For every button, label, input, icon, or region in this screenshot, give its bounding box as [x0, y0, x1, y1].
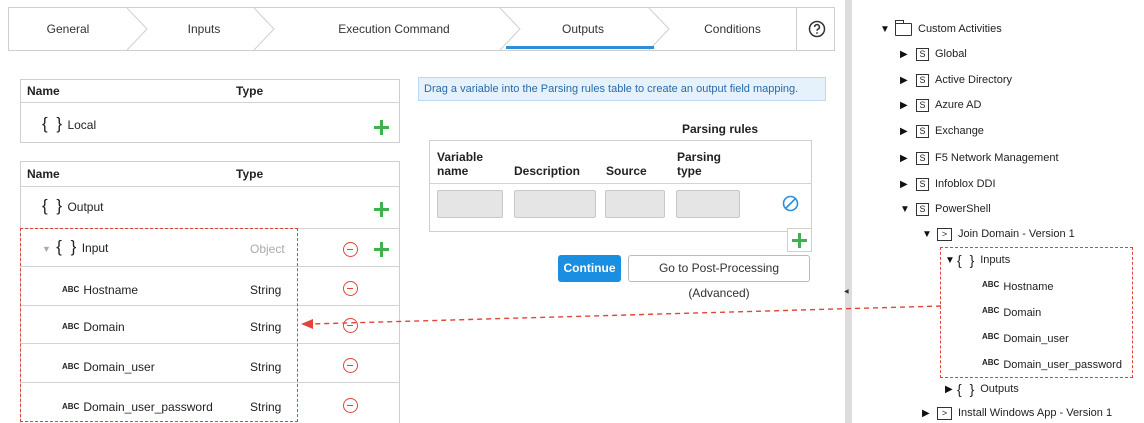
post-processing-button[interactable]: Go to Post-Processing (Advanced): [628, 255, 810, 300]
tab-general[interactable]: General: [9, 8, 127, 50]
variable-name-field[interactable]: [437, 190, 503, 218]
expanded-triangle-icon[interactable]: ▼: [922, 229, 934, 240]
remove-input-button[interactable]: [343, 242, 358, 257]
add-local-button[interactable]: [374, 120, 389, 135]
expanded-triangle-icon[interactable]: ▼: [880, 24, 892, 35]
script-icon: S: [916, 151, 929, 165]
col-description: Description: [514, 164, 581, 178]
tree-inputs-highlight: [940, 247, 1133, 378]
braces-icon: { }: [42, 114, 65, 133]
local-col-name: Name: [27, 84, 60, 98]
collapsed-triangle-icon[interactable]: ▶: [900, 126, 912, 137]
input-fields-highlight: [20, 228, 298, 422]
script-icon: S: [916, 124, 929, 138]
output-row[interactable]: { } Output: [42, 196, 103, 216]
collapsed-triangle-icon[interactable]: ▶: [900, 100, 912, 111]
parsing-rules-table: [429, 140, 812, 232]
expanded-triangle-icon[interactable]: ▼: [900, 204, 912, 215]
collapsed-triangle-icon[interactable]: ▶: [900, 179, 912, 190]
collapsed-triangle-icon[interactable]: ▶: [922, 408, 934, 419]
wizard-steps: General Inputs Execution Command Outputs…: [8, 7, 835, 51]
script-icon: S: [916, 73, 929, 87]
source-field[interactable]: [605, 190, 665, 218]
tab-execution-command[interactable]: Execution Command: [271, 8, 517, 50]
drag-mapping-arrow: [301, 305, 942, 329]
collapsed-triangle-icon[interactable]: ▶: [945, 384, 957, 395]
tree-item-azure-ad[interactable]: ▶ S Azure AD: [900, 97, 981, 113]
col-variable-name: Variable name: [437, 150, 484, 178]
script-icon: S: [916, 98, 929, 112]
prompt-icon: >: [937, 227, 952, 241]
help-button[interactable]: [796, 8, 834, 50]
col-source: Source: [606, 164, 647, 178]
parsing-type-field[interactable]: [676, 190, 740, 218]
add-rule-box[interactable]: [787, 228, 812, 252]
collapsed-triangle-icon[interactable]: ▶: [900, 49, 912, 60]
tree-item-active-directory[interactable]: ▶ S Active Directory: [900, 72, 1012, 88]
collapsed-triangle-icon[interactable]: ▶: [900, 75, 912, 86]
output-col-type: Type: [236, 167, 264, 181]
step-separator: [648, 8, 670, 50]
tab-outputs[interactable]: Outputs: [514, 8, 652, 50]
remove-field-button[interactable]: [343, 398, 358, 413]
output-col-name: Name: [27, 167, 60, 181]
parsing-rules-title: Parsing rules: [682, 122, 759, 136]
clear-icon[interactable]: [782, 195, 799, 212]
description-field[interactable]: [514, 190, 596, 218]
remove-field-button[interactable]: [343, 281, 358, 296]
tab-inputs[interactable]: Inputs: [145, 8, 263, 50]
tree-item-global[interactable]: ▶ S Global: [900, 46, 967, 62]
braces-icon: { }: [957, 381, 977, 397]
active-step-indicator: [506, 46, 654, 49]
tree-item-powershell[interactable]: ▼ S PowerShell: [900, 201, 991, 217]
collapsed-triangle-icon[interactable]: ▶: [900, 153, 912, 164]
tree-item-outputs[interactable]: ▶{ } Outputs: [945, 381, 1019, 397]
question-circle-icon: [808, 20, 825, 38]
script-icon: S: [916, 202, 929, 216]
col-parsing-type: Parsing type: [677, 150, 722, 178]
tree-item-install-windows-app[interactable]: ▶ > Install Windows App - Version 1: [922, 405, 1112, 421]
local-label: Local: [67, 118, 97, 132]
folder-icon: [895, 19, 912, 36]
tree-item-f5[interactable]: ▶ S F5 Network Management: [900, 150, 1059, 166]
local-col-type: Type: [236, 84, 264, 98]
tree-item-infoblox[interactable]: ▶ S Infoblox DDI: [900, 176, 996, 192]
braces-icon: { }: [42, 196, 65, 215]
script-icon: S: [916, 47, 929, 61]
add-output-button[interactable]: [374, 202, 389, 217]
tree-item-join-domain[interactable]: ▼ > Join Domain - Version 1: [922, 226, 1075, 242]
script-icon: S: [916, 177, 929, 191]
tab-conditions[interactable]: Conditions: [669, 8, 796, 50]
tree-item-exchange[interactable]: ▶ S Exchange: [900, 123, 984, 139]
prompt-icon: >: [937, 406, 952, 420]
local-row[interactable]: { } Local: [42, 114, 96, 134]
continue-button[interactable]: Continue: [558, 255, 621, 282]
add-rule-button[interactable]: [792, 233, 807, 248]
splitter-arrow-icon[interactable]: ◀: [844, 288, 849, 295]
add-input-field-button[interactable]: [374, 242, 389, 257]
panel-splitter[interactable]: [845, 0, 852, 423]
info-banner: Drag a variable into the Parsing rules t…: [418, 77, 826, 101]
remove-field-button[interactable]: [343, 358, 358, 373]
tree-root[interactable]: ▼ Custom Activities: [880, 19, 1002, 37]
output-label: Output: [67, 200, 104, 214]
